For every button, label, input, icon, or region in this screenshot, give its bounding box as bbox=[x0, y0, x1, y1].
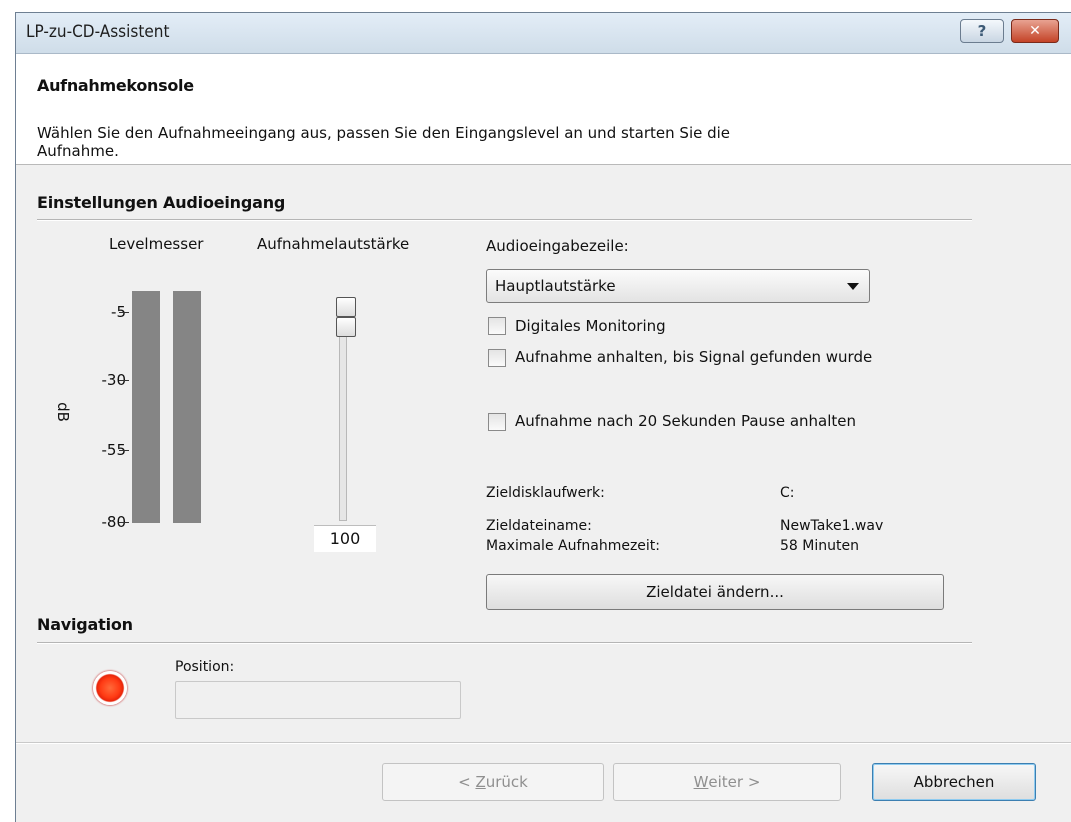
level-meter-left bbox=[132, 291, 160, 523]
target-file-label: Zieldateiname: bbox=[486, 518, 592, 534]
volume-slider-track[interactable] bbox=[339, 313, 347, 521]
help-button[interactable]: ? bbox=[960, 19, 1004, 43]
db-tick-mark bbox=[119, 312, 129, 313]
position-field bbox=[175, 681, 461, 719]
cancel-button[interactable]: Abbrechen bbox=[872, 763, 1036, 801]
back-prefix: < bbox=[458, 773, 476, 791]
db-tick-mark bbox=[119, 522, 129, 523]
chevron-down-icon bbox=[847, 283, 859, 290]
navigation-divider bbox=[37, 642, 972, 644]
slider-thumb-upper bbox=[336, 297, 356, 317]
input-settings-divider bbox=[37, 219, 972, 221]
input-line-label: Audioeingabezeile: bbox=[486, 237, 629, 255]
stop-after-pause-checkbox[interactable] bbox=[488, 413, 506, 431]
digital-monitoring-checkbox[interactable] bbox=[488, 317, 506, 335]
level-meter-right bbox=[173, 291, 201, 523]
page-description: Wählen Sie den Aufnahmeeingang aus, pass… bbox=[37, 124, 731, 160]
db-tick-mark bbox=[119, 450, 129, 451]
window-title: LP-zu-CD-Assistent bbox=[26, 22, 170, 42]
target-drive-value: C: bbox=[780, 485, 795, 501]
digital-monitoring-label[interactable]: Digitales Monitoring bbox=[515, 317, 666, 335]
close-button[interactable]: ✕ bbox=[1011, 19, 1059, 43]
back-mnemonic: Z bbox=[475, 773, 486, 791]
level-meter-label: Levelmesser bbox=[109, 235, 204, 253]
slider-thumb-lower bbox=[336, 317, 356, 337]
page-header: Aufnahmekonsole Wählen Sie den Aufnahmee… bbox=[16, 54, 1071, 165]
max-time-label: Maximale Aufnahmezeit: bbox=[486, 538, 661, 554]
input-settings-heading: Einstellungen Audioeingang bbox=[37, 193, 286, 212]
title-bar: LP-zu-CD-Assistent ? ✕ bbox=[16, 13, 1071, 54]
change-target-file-label: Zieldatei ändern... bbox=[646, 583, 784, 601]
stop-after-pause-label[interactable]: Aufnahme nach 20 Sekunden Pause anhalten bbox=[515, 412, 856, 430]
target-file-value: NewTake1.wav bbox=[780, 518, 884, 534]
wait-for-signal-label[interactable]: Aufnahme anhalten, bis Signal gefunden w… bbox=[515, 348, 872, 366]
record-button[interactable] bbox=[93, 671, 127, 705]
volume-value: 100 bbox=[314, 525, 376, 552]
input-line-select[interactable]: Hauptlautstärke bbox=[486, 269, 870, 303]
recording-volume-label: Aufnahmelautstärke bbox=[257, 235, 410, 253]
next-label-rest: eiter > bbox=[708, 773, 761, 791]
next-mnemonic: W bbox=[693, 773, 709, 791]
target-drive-label: Zieldisklaufwerk: bbox=[486, 485, 605, 501]
position-label: Position: bbox=[175, 659, 235, 675]
change-target-file-button[interactable]: Zieldatei ändern... bbox=[486, 574, 944, 610]
back-label-rest: urück bbox=[485, 773, 528, 791]
max-time-value: 58 Minuten bbox=[780, 538, 859, 554]
close-icon: ✕ bbox=[1029, 23, 1041, 39]
wait-for-signal-checkbox[interactable] bbox=[488, 349, 506, 367]
footer-divider bbox=[16, 742, 1071, 744]
next-button[interactable]: Weiter > bbox=[613, 763, 841, 801]
help-icon: ? bbox=[977, 22, 987, 40]
input-line-selected: Hauptlautstärke bbox=[495, 277, 616, 295]
cancel-label: Abbrechen bbox=[913, 773, 995, 791]
volume-slider-thumb[interactable] bbox=[336, 297, 358, 341]
db-tick-mark bbox=[119, 380, 129, 381]
db-unit-label: dB bbox=[53, 402, 72, 422]
page-title: Aufnahmekonsole bbox=[37, 76, 194, 95]
wizard-window: LP-zu-CD-Assistent ? ✕ Aufnahmekonsole W… bbox=[15, 12, 1071, 822]
navigation-heading: Navigation bbox=[37, 615, 133, 634]
back-button[interactable]: < Zurück bbox=[382, 763, 604, 801]
